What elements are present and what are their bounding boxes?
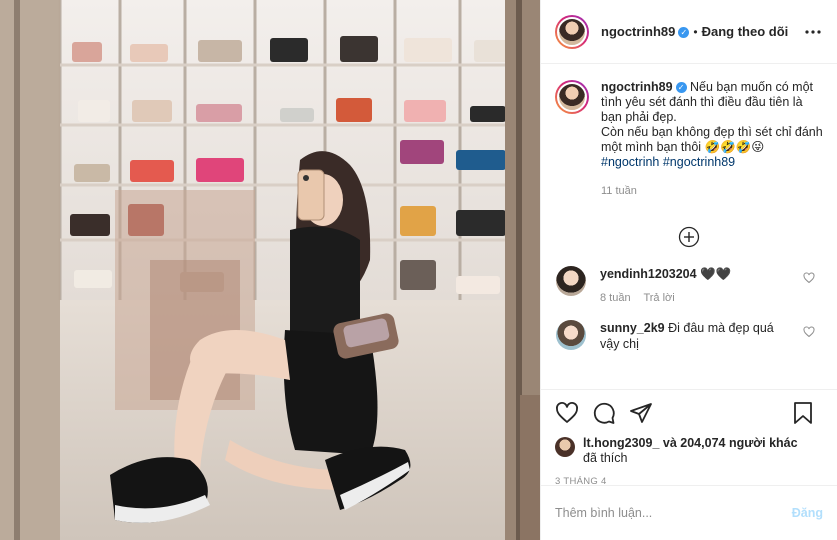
author-username[interactable]: ngoctrinh89 ✓ (601, 24, 690, 39)
hashtag-link[interactable]: #ngoctrinh (601, 155, 659, 169)
likes-summary: lt.hong2309_ và 204,074 người khác đã th… (541, 436, 837, 466)
comment-item: yendinh1203204 🖤🖤 8 tuần Trả lời (555, 266, 823, 306)
verified-badge-icon: ✓ (678, 27, 690, 38)
comments-list[interactable]: ngoctrinh89 ✓ Nếu bạn muốn có một tình yê… (541, 64, 837, 389)
caption-avatar[interactable] (555, 80, 589, 114)
post-header: ngoctrinh89 ✓ • Đang theo dõi (541, 0, 837, 64)
commenter-avatar[interactable] (556, 266, 586, 296)
comment-meta: 8 tuần Trả lời (600, 290, 790, 306)
reply-button[interactable]: Trả lời (643, 292, 674, 304)
header-separator: • (693, 24, 698, 39)
like-comment-heart-icon[interactable] (803, 326, 815, 338)
post-comment-button[interactable]: Đăng (792, 506, 823, 520)
share-paper-plane-icon[interactable] (629, 401, 653, 425)
likes-text[interactable]: lt.hong2309_ và 204,074 người khác đã th… (583, 436, 798, 466)
author-avatar[interactable] (555, 14, 589, 49)
comment-bubble-icon[interactable] (592, 401, 616, 425)
caption-emojis: 🤣🤣🤣😜 (704, 140, 765, 154)
load-more-comments-icon[interactable] (678, 226, 700, 248)
caption-username[interactable]: ngoctrinh89 ✓ (601, 80, 687, 94)
comment-time[interactable]: 8 tuần (600, 292, 631, 304)
following-button[interactable]: Đang theo dõi (702, 24, 789, 39)
liker-username[interactable]: lt.hong2309_ (583, 436, 659, 450)
liker-avatar[interactable] (555, 437, 575, 457)
comment-item: sunny_2k9 Đi đâu mà đẹp quá vậy chị (555, 320, 823, 352)
save-bookmark-icon[interactable] (791, 401, 815, 425)
post-photo[interactable] (0, 0, 540, 540)
more-horizontal-icon[interactable] (805, 22, 821, 38)
caption: ngoctrinh89 ✓ Nếu bạn muốn có một tình yê… (555, 80, 823, 199)
caption-timestamp[interactable]: 11 tuần (601, 184, 823, 199)
action-bar (541, 390, 837, 436)
add-comment-bar: Đăng (541, 485, 837, 540)
commenter-username[interactable]: sunny_2k9 (600, 321, 665, 335)
caption-body: ngoctrinh89 ✓ Nếu bạn muốn có một tình yê… (601, 80, 823, 199)
post-side-panel: ngoctrinh89 ✓ • Đang theo dõi ngoctrinh89… (540, 0, 837, 540)
mirror-selfie-image (0, 0, 540, 540)
comment-text: 🖤🖤 (700, 267, 732, 281)
like-comment-heart-icon[interactable] (803, 272, 815, 284)
like-heart-icon[interactable] (555, 401, 579, 425)
likes-suffix: đã thích (583, 451, 628, 465)
comment-body: sunny_2k9 Đi đâu mà đẹp quá vậy chị (600, 320, 790, 352)
commenter-avatar[interactable] (556, 320, 586, 350)
comment-body: yendinh1203204 🖤🖤 8 tuần Trả lời (600, 266, 790, 306)
likes-count[interactable]: và 204,074 người khác (663, 436, 798, 450)
verified-badge-icon: ✓ (675, 82, 687, 93)
commenter-username[interactable]: yendinh1203204 (600, 267, 697, 281)
comment-input[interactable] (555, 506, 792, 520)
hashtag-link[interactable]: #ngoctrinh89 (663, 155, 735, 169)
